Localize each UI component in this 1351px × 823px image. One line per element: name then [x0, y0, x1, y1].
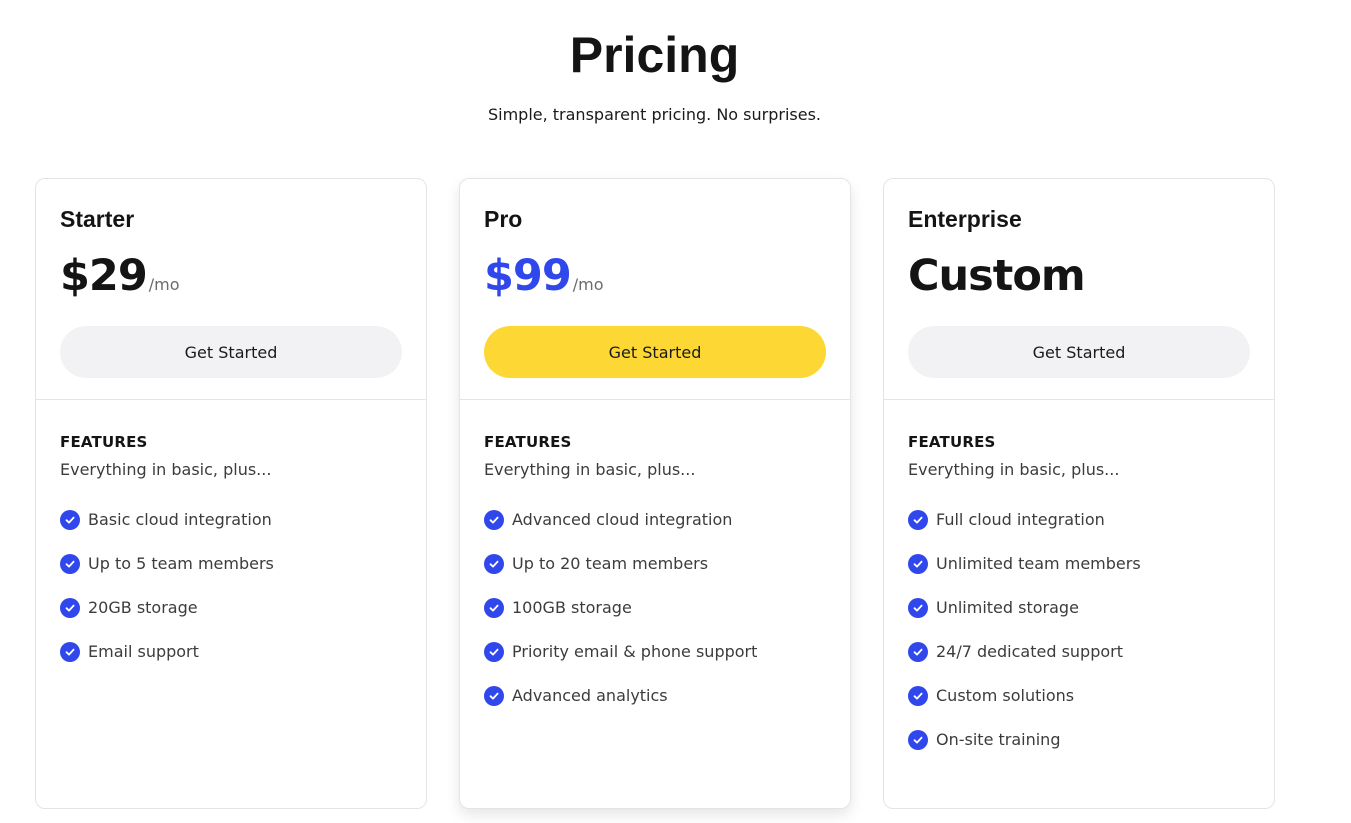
features-subheading: Everything in basic, plus... [908, 460, 1120, 479]
check-circle-icon [60, 598, 80, 618]
plan-features: FEATURES Everything in basic, plus... Ba… [36, 400, 426, 674]
features-heading: FEATURES [60, 433, 148, 451]
features-heading: FEATURES [908, 433, 996, 451]
plan-price: $29 [60, 251, 148, 301]
feature-item: 24/7 dedicated support [908, 630, 1250, 674]
feature-item: 20GB storage [60, 586, 402, 630]
features-subheading: Everything in basic, plus... [60, 460, 272, 479]
feature-label: Unlimited team members [936, 554, 1141, 573]
feature-label: Basic cloud integration [88, 510, 272, 529]
feature-item: Basic cloud integration [60, 498, 402, 542]
get-started-button-starter[interactable]: Get Started [60, 326, 402, 378]
check-circle-icon [60, 642, 80, 662]
feature-label: Advanced analytics [512, 686, 668, 705]
pricing-page: Pricing Simple, transparent pricing. No … [0, 0, 1351, 823]
check-circle-icon [484, 686, 504, 706]
get-started-button-enterprise[interactable]: Get Started [908, 326, 1250, 378]
check-circle-icon [484, 598, 504, 618]
price-row: $99 /mo [484, 249, 826, 303]
check-circle-icon [908, 730, 928, 750]
page-title: Pricing [569, 27, 740, 83]
plan-name: Starter [60, 206, 135, 232]
plan-card-enterprise: Enterprise Custom Get Started FEATURES E… [883, 178, 1275, 809]
plan-name: Pro [484, 206, 523, 232]
feature-item: Up to 20 team members [484, 542, 826, 586]
feature-item: Full cloud integration [908, 498, 1250, 542]
plan-features: FEATURES Everything in basic, plus... Fu… [884, 400, 1274, 762]
check-circle-icon [908, 510, 928, 530]
feature-list: Basic cloud integration Up to 5 team memb… [60, 498, 402, 674]
plan-price: Custom [908, 251, 1086, 301]
check-circle-icon [908, 642, 928, 662]
price-period: /mo [148, 275, 180, 294]
check-circle-icon [484, 554, 504, 574]
feature-item: Custom solutions [908, 674, 1250, 718]
check-circle-icon [484, 642, 504, 662]
plan-header: Enterprise Custom Get Started [884, 179, 1274, 400]
features-heading: FEATURES [484, 433, 572, 451]
feature-label: Up to 20 team members [512, 554, 709, 573]
feature-label: Full cloud integration [936, 510, 1105, 529]
feature-item: Priority email & phone support [484, 630, 826, 674]
plan-card-starter: Starter $29 /mo Get Started FEATURES Eve… [35, 178, 427, 809]
plan-features: FEATURES Everything in basic, plus... Ad… [460, 400, 850, 718]
get-started-button-pro[interactable]: Get Started [484, 326, 826, 378]
check-circle-icon [60, 510, 80, 530]
feature-list: Advanced cloud integration Up to 20 team … [484, 498, 826, 718]
features-subheading: Everything in basic, plus... [484, 460, 696, 479]
plan-header: Pro $99 /mo Get Started [460, 179, 850, 400]
check-circle-icon [908, 554, 928, 574]
feature-item: Unlimited storage [908, 586, 1250, 630]
price-row: Custom [908, 249, 1250, 303]
check-circle-icon [60, 554, 80, 574]
feature-item: Unlimited team members [908, 542, 1250, 586]
check-circle-icon [908, 598, 928, 618]
feature-item: Email support [60, 630, 402, 674]
feature-item: Advanced analytics [484, 674, 826, 718]
feature-label: Unlimited storage [936, 598, 1079, 617]
price-row: $29 /mo [60, 249, 402, 303]
feature-list: Full cloud integration Unlimited team mem… [908, 498, 1250, 762]
plan-header: Starter $29 /mo Get Started [36, 179, 426, 400]
feature-item: Up to 5 team members [60, 542, 402, 586]
plan-card-pro: Pro $99 /mo Get Started FEATURES Everyth… [459, 178, 851, 809]
feature-label: On-site training [936, 730, 1061, 749]
feature-label: 24/7 dedicated support [936, 642, 1124, 661]
feature-label: Priority email & phone support [512, 642, 758, 661]
check-circle-icon [908, 686, 928, 706]
feature-label: 20GB storage [88, 598, 198, 617]
feature-item: Advanced cloud integration [484, 498, 826, 542]
page-subtitle: Simple, transparent pricing. No surprise… [487, 105, 822, 124]
feature-item: 100GB storage [484, 586, 826, 630]
feature-label: Up to 5 team members [88, 554, 274, 573]
feature-label: 100GB storage [512, 598, 632, 617]
feature-label: Advanced cloud integration [512, 510, 733, 529]
feature-item: On-site training [908, 718, 1250, 762]
feature-label: Email support [88, 642, 199, 661]
price-period: /mo [572, 275, 604, 294]
plan-name: Enterprise [908, 206, 1022, 232]
feature-label: Custom solutions [936, 686, 1075, 705]
plan-price: $99 [484, 251, 572, 301]
check-circle-icon [484, 510, 504, 530]
